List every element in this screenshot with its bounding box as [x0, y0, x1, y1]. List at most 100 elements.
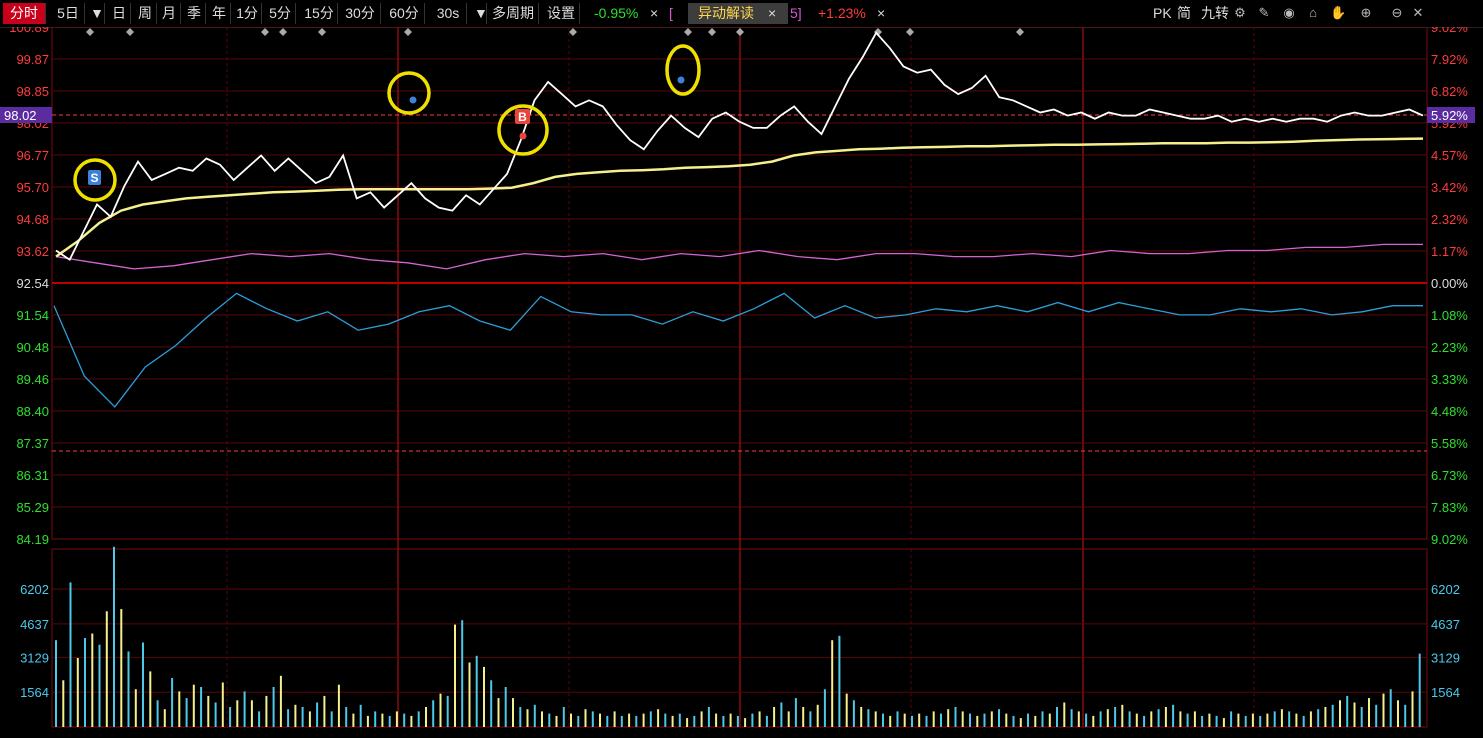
volume-bar: [1295, 713, 1298, 727]
volume-bar: [185, 698, 188, 727]
volume-bar: [1164, 707, 1167, 727]
volume-bar: [301, 707, 304, 727]
volume-bar: [55, 640, 57, 727]
volume-bar: [860, 707, 863, 727]
volume-bar: [802, 707, 805, 727]
event-diamond-icon: [906, 28, 914, 36]
volume-bar: [809, 711, 812, 727]
event-diamond-icon: [318, 28, 326, 36]
volume-bar: [729, 713, 732, 727]
volume-bar: [1251, 713, 1254, 727]
volume-bar: [918, 713, 921, 727]
volume-bar: [439, 693, 442, 727]
period-tab-9[interactable]: 5分: [265, 3, 296, 24]
volume-bar: [84, 638, 86, 727]
volume-bar: [613, 711, 616, 727]
close-icon[interactable]: ✕: [1410, 5, 1426, 21]
period-tab-2[interactable]: ▼: [90, 3, 105, 24]
volume-bar: [236, 700, 239, 727]
zoom-out-icon[interactable]: ⊖: [1389, 5, 1405, 21]
volume-bar: [1106, 709, 1109, 727]
popup-close-button[interactable]: ×: [768, 5, 776, 21]
period-tab-10[interactable]: 15分: [301, 3, 338, 24]
y-right-tick-label: 7.83%: [1431, 500, 1468, 515]
period-tab-14[interactable]: ▼: [474, 3, 488, 24]
volume-bar: [1056, 707, 1058, 727]
right-tool-0[interactable]: PK: [1153, 3, 1175, 24]
volume-bar: [1324, 707, 1327, 727]
volume-bar: [1404, 704, 1407, 728]
period-tab-3[interactable]: 日: [108, 3, 131, 24]
volume-bar: [76, 658, 79, 727]
anomaly-popup[interactable]: 异动解读 ×: [688, 3, 788, 24]
volume-bar: [134, 689, 137, 727]
period-tab-8[interactable]: 1分: [233, 3, 262, 24]
volume-bar: [954, 707, 957, 727]
settings-icon[interactable]: ⚙: [1232, 5, 1248, 21]
hand-icon[interactable]: ✋: [1330, 5, 1346, 21]
volume-bar: [192, 684, 195, 727]
volume-bar: [345, 707, 348, 727]
right-tool-1[interactable]: 简: [1177, 3, 1199, 24]
y-right-tick-label: 9.02%: [1431, 532, 1468, 547]
volume-bar: [1077, 711, 1080, 727]
y-right-tick-label: 0.00%: [1431, 276, 1468, 291]
volume-bar: [1012, 715, 1015, 727]
eye-icon[interactable]: ◉: [1281, 5, 1297, 21]
volume-bar: [483, 666, 485, 727]
volume-bar: [519, 707, 522, 727]
volume-bar: [1382, 693, 1385, 727]
volume-bar: [1143, 715, 1146, 727]
volume-bar: [852, 700, 855, 727]
volume-bar: [1339, 700, 1341, 727]
volume-bar: [548, 713, 551, 727]
pen-icon[interactable]: ✎: [1256, 5, 1272, 21]
y-right-tick-label: 6.82%: [1431, 84, 1468, 99]
volume-bar: [1092, 715, 1095, 727]
volume-bar: [1179, 711, 1182, 727]
period-tab-13[interactable]: 30s: [430, 3, 467, 24]
volume-bar: [816, 704, 819, 728]
volume-bar: [316, 702, 319, 727]
volume-bar: [113, 546, 115, 727]
volume-bar: [229, 707, 232, 727]
period-tab-7[interactable]: 年: [208, 3, 231, 24]
period-tab-0[interactable]: 分时: [3, 3, 46, 24]
volume-bar: [1034, 715, 1037, 727]
right-tool-2[interactable]: 九转: [1201, 3, 1233, 24]
event-diamond-icon: [708, 28, 716, 36]
volume-bar: [105, 611, 108, 727]
volume-bar: [722, 715, 725, 727]
period-tab-4[interactable]: 周: [134, 3, 157, 24]
period-tab-6[interactable]: 季: [183, 3, 206, 24]
volume-bar: [736, 715, 739, 727]
period-tab-11[interactable]: 30分: [340, 3, 381, 24]
volume-bar: [1070, 709, 1073, 727]
volume-bar: [1266, 713, 1269, 727]
volume-bar: [1230, 711, 1233, 727]
close-change-1-button[interactable]: ×: [650, 3, 662, 24]
volume-bar: [1041, 711, 1044, 727]
period-tab-5[interactable]: 月: [158, 3, 181, 24]
y-left-tick-label: 98.85: [16, 84, 49, 99]
volume-bar: [272, 687, 275, 728]
chart-svg: 100.89 9.02% 99.87 7.92% 98.85 6.82% 98.02 5.92…: [0, 20, 1475, 728]
period-tab-16[interactable]: 设置: [543, 3, 580, 24]
volume-bar: [983, 713, 986, 727]
period-tab-12[interactable]: 60分: [384, 3, 425, 24]
volume-bar: [504, 687, 507, 728]
volume-bar: [823, 689, 826, 727]
period-tab-15[interactable]: 多周期: [488, 3, 539, 24]
volume-bar: [250, 700, 253, 727]
period-tab-1[interactable]: 5日: [52, 3, 85, 24]
volume-bar: [1099, 711, 1102, 727]
volume-bar: [657, 709, 660, 727]
volume-bar: [671, 715, 674, 727]
volume-bar: [374, 711, 377, 727]
volume-bar: [490, 680, 493, 727]
close-change-2-button[interactable]: ×: [877, 3, 889, 24]
price-dot: [409, 96, 417, 104]
volume-bar: [845, 693, 848, 727]
layers-icon[interactable]: ⌂: [1305, 5, 1321, 21]
zoom-in-icon[interactable]: ⊕: [1358, 5, 1374, 21]
